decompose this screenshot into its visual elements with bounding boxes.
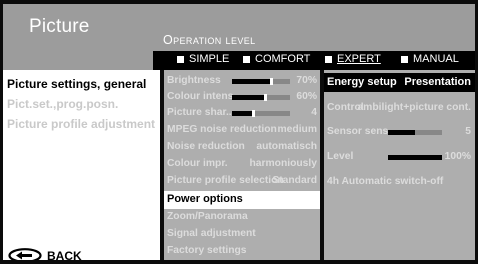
level-slider[interactable] xyxy=(388,155,442,160)
option-level[interactable]: Level 100% xyxy=(324,151,475,166)
setting-noise-reduction[interactable]: Noise reduction automatisch xyxy=(164,140,320,155)
setting-value: automatisch xyxy=(256,141,317,152)
setting-zoom-panorama[interactable]: Zoom/Panorama xyxy=(164,210,320,225)
setting-label: Picture profile selection xyxy=(167,175,284,186)
setting-label: Signal adjustment xyxy=(167,228,256,239)
setting-picture-sharpness[interactable]: Picture shar... 4 xyxy=(164,106,320,121)
left-menu: Picture settings, general Pict.set.,prog… xyxy=(3,70,160,260)
mode-expert[interactable]: EXPERT xyxy=(325,53,381,65)
menu-header: Picture Operation level SIMPLE COMFORT E… xyxy=(3,4,475,70)
setting-colour-intensity[interactable]: Colour intens. 60% xyxy=(164,90,320,105)
setting-mpeg-noise-reduction[interactable]: MPEG noise reduction medium xyxy=(164,123,320,138)
mode-label: MANUAL xyxy=(413,53,459,65)
mode-marker-icon xyxy=(177,55,184,63)
mode-marker-icon xyxy=(401,55,408,63)
slider-fill xyxy=(232,79,273,84)
option-control[interactable]: Control ambilight+picture cont. xyxy=(324,102,475,117)
menu-item-pict-set-prog-posn[interactable]: Pict.set.,prog.posn. xyxy=(7,97,118,111)
setting-value: 60% xyxy=(296,91,317,102)
setting-label: Picture shar... xyxy=(167,107,235,118)
setting-value: 70% xyxy=(296,75,317,86)
option-value: 5 xyxy=(465,126,471,137)
option-label: Level xyxy=(327,151,354,162)
menu-item-picture-settings-general[interactable]: Picture settings, general xyxy=(7,77,146,91)
option-value: ambilight+picture cont. xyxy=(357,102,471,113)
setting-value: harmoniously xyxy=(249,158,317,169)
page-title: Picture xyxy=(29,16,90,37)
setting-brightness[interactable]: Brightness 70% xyxy=(164,74,320,89)
slider-knob xyxy=(252,110,255,117)
slider-fill xyxy=(388,130,415,135)
setting-label: Brightness xyxy=(167,75,221,86)
option-value: Presentation xyxy=(404,76,471,88)
sensor-sensitivity-slider[interactable] xyxy=(388,130,442,135)
slider-knob xyxy=(270,78,273,85)
mode-simple[interactable]: SIMPLE xyxy=(177,53,229,65)
slider-fill xyxy=(388,155,442,160)
colour-intensity-slider[interactable] xyxy=(232,94,290,101)
setting-label: Colour impr. xyxy=(167,158,228,169)
setting-colour-improvement[interactable]: Colour impr. harmoniously xyxy=(164,157,320,172)
back-button[interactable]: BACK xyxy=(8,248,82,260)
setting-label: Factory settings xyxy=(167,245,247,256)
slider-knob xyxy=(264,94,267,101)
operation-level-bar: SIMPLE COMFORT EXPERT MANUAL xyxy=(153,51,475,70)
brightness-slider[interactable] xyxy=(232,78,290,85)
setting-label: Colour intens. xyxy=(167,91,237,102)
setting-value: Standard xyxy=(272,175,317,186)
setting-power-options[interactable]: Power options xyxy=(164,191,320,209)
option-label: Sensor sens... xyxy=(327,126,397,137)
setting-label: Power options xyxy=(167,193,243,205)
mode-marker-icon xyxy=(243,55,250,63)
picture-menu-panel: Picture Operation level SIMPLE COMFORT E… xyxy=(3,4,475,260)
operation-level-label: Operation level xyxy=(163,33,256,47)
setting-label: MPEG noise reduction xyxy=(167,124,277,135)
setting-value: medium xyxy=(277,124,317,135)
setting-value: 4 xyxy=(311,107,317,118)
option-sensor-sensitivity[interactable]: Sensor sens... 5 xyxy=(324,126,475,141)
mode-manual[interactable]: MANUAL xyxy=(401,53,459,65)
back-label: BACK xyxy=(47,248,82,261)
mode-label: COMFORT xyxy=(255,53,311,65)
mode-marker-icon xyxy=(325,55,332,63)
setting-label: Noise reduction xyxy=(167,141,245,152)
option-value: 100% xyxy=(444,151,471,162)
tv-menu-frame: Picture Operation level SIMPLE COMFORT E… xyxy=(0,0,478,264)
setting-label: Zoom/Panorama xyxy=(167,211,248,222)
picture-sharpness-slider[interactable] xyxy=(232,110,290,117)
middle-menu: Brightness 70% Colour intens. 60% Pictur… xyxy=(164,70,320,260)
right-menu: Energy setup Presentation Control ambili… xyxy=(324,70,475,260)
slider-fill xyxy=(232,95,267,100)
mode-comfort[interactable]: COMFORT xyxy=(243,53,310,65)
setting-signal-adjustment[interactable]: Signal adjustment xyxy=(164,227,320,242)
mode-label: SIMPLE xyxy=(189,53,230,65)
option-energy-setup[interactable]: Energy setup Presentation xyxy=(324,73,475,92)
back-arrow-icon xyxy=(8,248,42,260)
option-4h-automatic-switch-off[interactable]: 4h Automatic switch-off xyxy=(324,176,475,191)
option-label: Energy setup xyxy=(327,76,397,88)
option-label: 4h Automatic switch-off xyxy=(327,176,444,187)
setting-factory-settings[interactable]: Factory settings xyxy=(164,244,320,259)
menu-item-picture-profile-adjustment[interactable]: Picture profile adjustment xyxy=(7,117,155,131)
setting-picture-profile-selection[interactable]: Picture profile selection Standard xyxy=(164,174,320,189)
mode-label: EXPERT xyxy=(337,53,381,65)
